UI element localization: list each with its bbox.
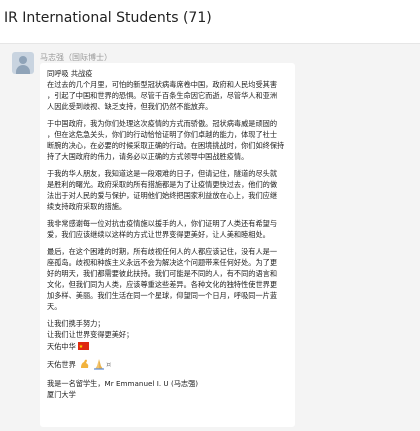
message-line: 断腕的决心，在必要的时候采取正确的行动。在困境挑战时，你们如终保持	[47, 141, 285, 150]
message-line: 我非常感谢每一位对抗击疫情施以援手的人，你们证明了人类还有希望与	[47, 219, 278, 228]
message-line: 座孤岛。歧视和种族主义永远不会为解决这个问题带来任何好处。为了更	[47, 258, 278, 267]
blessing-world-line: 天佑世界 ¤	[47, 358, 288, 372]
china-flag-icon	[77, 340, 89, 354]
message-line: 人因此受到歧视、缺乏支持，但我们仍然不能放弃。	[47, 102, 213, 111]
message-line: ，引起了中国和世界的恐惧。尽管千百条生命因它而逝，尽管华人和亚洲	[47, 91, 278, 100]
message-line: 持了大国政府的伟力，请务必以正确的方式领导中国战胜疫情。	[47, 152, 249, 161]
blessing-china-text: 天佑中华	[47, 342, 76, 351]
message-line: 法出于对人民的爱与保护，证明他们始终把国家利益放在心上，我们应继	[47, 191, 278, 200]
blessing-china-line: 天佑中华	[47, 340, 288, 354]
sender-name: 马志强（国际博士）	[40, 53, 112, 62]
heart-icon: ¤	[106, 360, 112, 369]
signature-line: 厦门大学	[47, 390, 76, 399]
message-line: 续支持政府采取的措施。	[47, 202, 127, 211]
message-line: 爱，我们应该继续以这样的方式让世界变得更美好，让人美和睦相处。	[47, 230, 270, 239]
message-line: 让我们让世界变得更美好；	[47, 330, 134, 339]
chat-message-area[interactable]: 马志强（国际博士） 同呼吸 共战疫 在过去的几个月里，可怕的新型冠状病毒席卷中国…	[0, 44, 420, 431]
message-line: 同呼吸 共战疫	[47, 69, 93, 78]
message-line: 在过去的几个月里，可怕的新型冠状病毒席卷中国，政府和人民均受其害	[47, 80, 278, 89]
message-line: 好的明天，我们都需要彼此扶持。我们可能是不同的人，有不同的语言和	[47, 269, 278, 278]
message-line: 让我们携手努力；	[47, 319, 105, 328]
message-line: 于中国政府，我为你们处理这次疫情的方式而骄傲。冠状病毒威是顽固的	[47, 119, 278, 128]
message-line: 是胜利的曙光。政府采取的所有措施都是为了让疫情更快过去，他们的做	[47, 180, 278, 189]
chat-header: IR International Students (71)	[0, 0, 420, 44]
message-line: 最后，在这个困难的时期，所有歧视任何人的人都应该记住，没有人是一	[47, 247, 278, 256]
message-line: 天。	[47, 302, 62, 311]
message-line: ，但在这危急关头，你们的行动恰恰证明了你们卓越的能力，体现了社士	[47, 130, 278, 139]
message-line: 文化，但我们同为人类，应该尊重这些差异。各种文化的独特性使世界更	[47, 280, 278, 289]
message-bubble[interactable]: 同呼吸 共战疫 在过去的几个月里，可怕的新型冠状病毒席卷中国，政府和人民均受其害…	[40, 63, 295, 427]
signature-line: 我是一名留学生，Mr Emmanuel I. U (马志强)	[47, 379, 199, 388]
blessing-world-text: 天佑世界	[47, 360, 76, 369]
message-line: 于我的华人朋友，我知道这是一段艰难的日子，但请记住，隧道的尽头就	[47, 169, 278, 178]
sender-avatar[interactable]	[12, 52, 34, 74]
chat-title: IR International Students (71)	[4, 10, 212, 26]
message-line: 加多样、美丽。我们生活在同一个星球，仰望同一个日月，呼吸同一片蓝	[47, 291, 278, 300]
flexed-arm-icon	[81, 359, 89, 368]
praying-hands-icon	[94, 359, 105, 370]
